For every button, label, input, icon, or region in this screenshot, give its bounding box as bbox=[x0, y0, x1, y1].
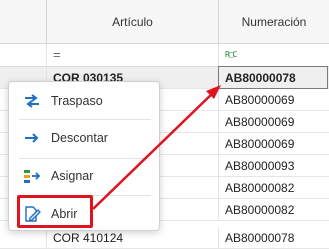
filter-articulo[interactable]: = bbox=[47, 44, 219, 67]
assign-icon bbox=[23, 168, 41, 184]
menu-separator bbox=[19, 158, 151, 159]
filter-numeracion[interactable]: R□C bbox=[219, 44, 329, 67]
annotation-highlight-box bbox=[17, 195, 93, 228]
filter-row-indicator bbox=[0, 44, 47, 67]
cell-numeracion[interactable]: AB80000093 bbox=[219, 155, 329, 177]
cell-numeracion[interactable]: AB80000082 bbox=[219, 177, 329, 199]
cell-numeracion[interactable]: AB80000069 bbox=[219, 133, 329, 155]
menu-item-descontar[interactable]: Descontar bbox=[9, 122, 159, 154]
menu-item-traspaso[interactable]: Traspaso bbox=[9, 85, 159, 117]
menu-item-label: Traspaso bbox=[51, 94, 103, 108]
column-header-numeracion[interactable]: Numeración bbox=[219, 0, 329, 44]
focused-cell-outline bbox=[218, 66, 328, 89]
cell-numeracion[interactable]: AB80000069 bbox=[219, 111, 329, 133]
header-row-indicator bbox=[0, 0, 47, 44]
arrow-right-icon bbox=[23, 130, 41, 146]
menu-separator bbox=[19, 119, 151, 120]
column-header-articulo[interactable]: Artículo bbox=[47, 0, 219, 44]
menu-item-label: Asignar bbox=[51, 169, 94, 183]
filter-contains-icon[interactable]: R□C bbox=[225, 50, 237, 59]
menu-item-label: Descontar bbox=[51, 131, 108, 145]
cell-numeracion[interactable]: AB80000082 bbox=[219, 199, 329, 221]
cell-numeracion[interactable]: AB80000078 bbox=[219, 227, 329, 249]
filter-operator[interactable]: = bbox=[53, 47, 61, 62]
menu-item-asignar[interactable]: Asignar bbox=[9, 160, 159, 192]
cell-numeracion[interactable]: AB80000069 bbox=[219, 89, 329, 111]
transfer-arrows-icon bbox=[23, 93, 41, 109]
